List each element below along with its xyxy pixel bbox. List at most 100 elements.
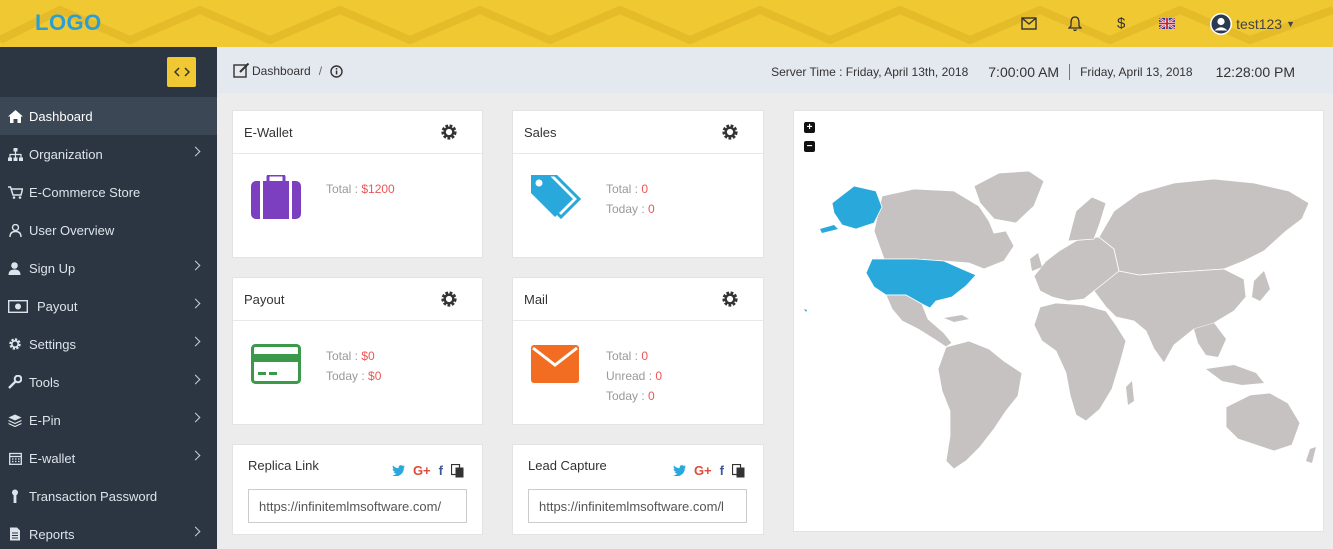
- envelope-icon[interactable]: [1006, 0, 1052, 47]
- breadcrumb: Dashboard /: [233, 63, 343, 79]
- sidebar-item-payout[interactable]: Payout: [0, 287, 217, 325]
- sidebar-item-sign-up[interactable]: Sign Up: [0, 249, 217, 287]
- sidebar-item-label: Settings: [29, 336, 76, 352]
- sitemap-icon: [7, 146, 23, 162]
- replica-link-input[interactable]: [248, 489, 467, 523]
- today-label: Today :: [606, 202, 649, 216]
- card-title: Replica Link: [248, 458, 319, 473]
- total-label: Total :: [606, 349, 642, 363]
- map-region-hawaii: [804, 309, 807, 312]
- world-map-card: + −: [793, 110, 1324, 532]
- sidebar-item-label: Reports: [29, 526, 75, 542]
- today-label: Today :: [326, 369, 369, 383]
- caret-down-icon: ▼: [1286, 18, 1295, 29]
- time-divider: [1069, 64, 1071, 80]
- gear-icon[interactable]: [440, 290, 458, 308]
- copy-icon[interactable]: [732, 463, 745, 478]
- top-header: LOGO $ test123 ▼: [0, 0, 1333, 47]
- sidebar-item-ecommerce-store[interactable]: E-Commerce Store: [0, 173, 217, 211]
- card-header: E-Wallet: [233, 111, 482, 154]
- key-icon: [7, 488, 23, 504]
- server-time: Server Time : Friday, April 13th, 2018 7…: [771, 64, 1295, 80]
- local-date: Friday, April 13, 2018: [1080, 65, 1193, 79]
- breadcrumb-dashboard-link[interactable]: Dashboard: [252, 64, 311, 78]
- breadcrumb-separator: /: [318, 64, 323, 78]
- user-menu[interactable]: test123 ▼: [1210, 12, 1295, 35]
- gear-icon[interactable]: [440, 123, 458, 141]
- card-title: Payout: [244, 291, 285, 307]
- uk-flag-icon[interactable]: [1144, 0, 1190, 47]
- google-plus-icon[interactable]: G+: [413, 463, 431, 478]
- share-icons: G+ f: [672, 463, 745, 478]
- ewallet-card: E-Wallet Total : $1200: [232, 110, 483, 258]
- map-region-southeast-asia: [1194, 323, 1226, 357]
- mail-today: 0: [648, 389, 655, 403]
- sidebar-item-transaction-password[interactable]: Transaction Password: [0, 477, 217, 515]
- map-region-alaska: [831, 185, 883, 230]
- chevron-right-icon: [190, 298, 201, 309]
- calendar-icon: [7, 450, 23, 466]
- sales-total: 0: [641, 182, 649, 196]
- total-label: Total :: [606, 182, 642, 196]
- twitter-icon[interactable]: [391, 465, 405, 476]
- server-time-value: 7:00:00 AM: [988, 64, 1060, 80]
- dollar-icon[interactable]: $: [1098, 0, 1144, 47]
- payout-today: $0: [368, 369, 382, 383]
- sidebar-item-reports[interactable]: Reports: [0, 515, 217, 549]
- twitter-icon[interactable]: [672, 465, 686, 476]
- world-map[interactable]: [794, 111, 1325, 533]
- google-plus-icon[interactable]: G+: [694, 463, 712, 478]
- map-region-indonesia: [1206, 365, 1264, 385]
- today-label: Today :: [606, 389, 649, 403]
- edit-icon: [233, 63, 250, 78]
- sidebar-item-settings[interactable]: Settings: [0, 325, 217, 363]
- facebook-icon[interactable]: f: [439, 463, 443, 478]
- gear-icon[interactable]: [721, 123, 739, 141]
- chevron-right-icon: [190, 374, 201, 385]
- sidebar-item-label: E-Pin: [29, 412, 61, 428]
- sidebar-item-user-overview[interactable]: User Overview: [0, 211, 217, 249]
- lead-capture-input[interactable]: [528, 489, 747, 523]
- gear-icon[interactable]: [721, 290, 739, 308]
- map-region-caribbean: [944, 315, 969, 322]
- home-icon: [7, 108, 23, 124]
- chevron-right-icon: [190, 412, 201, 423]
- copy-icon[interactable]: [451, 463, 464, 478]
- sidebar-item-label: Tools: [29, 374, 60, 390]
- sales-stats: Total : 0 Today : 0: [606, 179, 655, 219]
- sidebar-toggle-button[interactable]: [167, 57, 196, 87]
- unread-label: Unread :: [606, 369, 656, 383]
- sidebar-item-organization[interactable]: Organization: [0, 135, 217, 173]
- sidebar-item-epin[interactable]: E-Pin: [0, 401, 217, 439]
- sidebar-item-label: Payout: [37, 298, 78, 314]
- map-region-usa: [865, 258, 977, 309]
- payout-total: $0: [361, 349, 375, 363]
- mail-card: Mail Total : 0 Unread : 0 Today : 0: [512, 277, 764, 425]
- sidebar-item-label: E-Commerce Store: [29, 184, 141, 200]
- sidebar-item-dashboard[interactable]: Dashboard: [0, 97, 217, 135]
- card-title: Sales: [524, 124, 557, 140]
- total-label: Total :: [326, 182, 362, 196]
- facebook-icon[interactable]: f: [720, 463, 724, 478]
- avatar: [1210, 12, 1233, 35]
- chevron-right-icon: [190, 450, 201, 461]
- user-icon: [7, 222, 23, 238]
- info-icon[interactable]: [330, 64, 343, 78]
- chevron-right-icon: [190, 336, 201, 347]
- card-title: Lead Capture: [528, 458, 607, 473]
- sales-card: Sales Total : 0 Today : 0: [512, 110, 764, 258]
- sidebar: Dashboard Organization E-Commerce Store …: [0, 47, 217, 549]
- map-region-mexico: [885, 294, 953, 348]
- lead-capture-card: Lead Capture G+ f: [512, 444, 764, 535]
- logo[interactable]: LOGO: [35, 10, 102, 36]
- payout-stats: Total : $0 Today : $0: [326, 346, 381, 386]
- card-header: Mail: [513, 278, 763, 321]
- bell-icon[interactable]: [1052, 0, 1098, 47]
- user-plus-icon: [7, 260, 23, 276]
- sidebar-item-tools[interactable]: Tools: [0, 363, 217, 401]
- payout-card: Payout Total : $0 Today : $0: [232, 277, 483, 425]
- sidebar-item-label: Sign Up: [29, 260, 76, 276]
- replica-link-card: Replica Link G+ f: [232, 444, 483, 535]
- map-region-russia: [1098, 178, 1310, 276]
- sidebar-item-ewallet[interactable]: E-wallet: [0, 439, 217, 477]
